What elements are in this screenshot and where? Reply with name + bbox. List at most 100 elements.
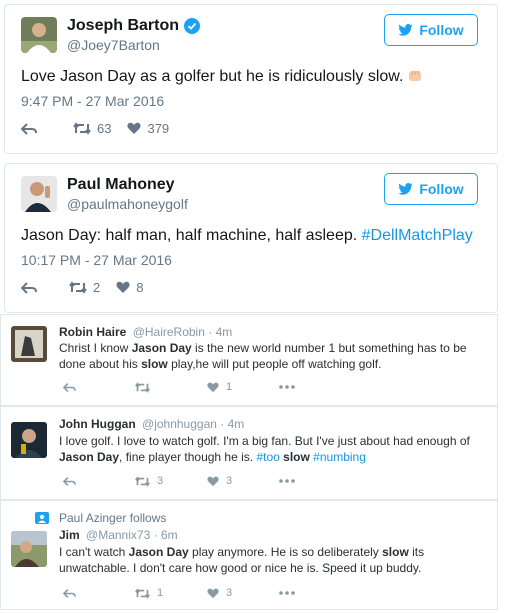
highlight-term: slow (382, 545, 409, 559)
follows-note[interactable]: Paul Azinger follows (59, 511, 166, 525)
heart-icon (207, 588, 219, 598)
follow-button[interactable]: Follow (384, 14, 478, 46)
like-button[interactable]: 379 (127, 121, 169, 136)
author-handle[interactable]: @johnhuggan (142, 417, 217, 431)
avatar[interactable] (11, 326, 47, 362)
reply-button[interactable] (21, 122, 43, 136)
more-dots-icon (279, 385, 295, 389)
text-segment: Christ I know (59, 341, 132, 355)
retweet-button[interactable]: 63 (73, 121, 111, 136)
author-name[interactable]: Jim (59, 528, 80, 542)
more-button[interactable] (279, 591, 351, 595)
like-count: 1 (226, 381, 233, 393)
avatar[interactable] (11, 531, 47, 567)
retweet-button[interactable] (135, 381, 207, 393)
reply-icon (21, 122, 37, 135)
reply-tweet-jim: Paul Azinger follows Jim @Mannix73 · 6m … (0, 500, 498, 610)
retweet-button[interactable]: 1 (135, 587, 207, 599)
highlight-term: slow (283, 450, 310, 464)
reply-text: I love golf. I love to watch golf. I'm a… (59, 433, 493, 465)
author-name[interactable]: Paul Mahoney (67, 176, 175, 194)
retweet-icon (69, 281, 87, 294)
tweet-card-paul-mahoney: Paul Mahoney @paulmahoneygolf Follow Jas… (4, 163, 498, 313)
avatar[interactable] (21, 17, 57, 53)
reply-icon (63, 588, 76, 598)
heart-icon (207, 382, 219, 392)
reply-tweet-robin-haire: Robin Haire @HaireRobin · 4m Christ I kn… (0, 314, 498, 406)
like-button[interactable]: 3 (207, 587, 279, 599)
text-segment: play,he will put people off watching gol… (167, 357, 382, 371)
author-handle[interactable]: @Mannix73 (86, 528, 150, 542)
highlight-term: Jason Day (128, 545, 189, 559)
hashtag-link[interactable]: #DellMatchPlay (362, 227, 473, 244)
reply-icon (63, 382, 76, 392)
heart-icon (116, 281, 130, 293)
like-button[interactable]: 8 (116, 280, 143, 295)
reply-text: Christ I know Jason Day is the new world… (59, 340, 493, 372)
retweet-button[interactable]: 3 (135, 475, 207, 487)
retweet-icon (135, 475, 150, 487)
highlight-term: Jason Day (131, 341, 192, 355)
author-name[interactable]: Joseph Barton (67, 17, 179, 35)
twitter-bird-icon (398, 24, 414, 36)
reply-button[interactable] (63, 588, 135, 599)
tweet-age[interactable]: · 4m (208, 325, 232, 339)
tweet-timestamp[interactable]: 9:47 PM - 27 Mar 2016 (21, 93, 164, 109)
hashtag-link[interactable]: #too (256, 450, 279, 464)
retweet-count: 1 (157, 587, 164, 599)
tweet-text-content: Jason Day: half man, half machine, half … (21, 227, 362, 244)
reply-icon (21, 281, 37, 294)
text-segment: , fine player though he is. (119, 450, 257, 464)
twitter-bird-icon (398, 183, 414, 195)
tweet-timestamp[interactable]: 10:17 PM - 27 Mar 2016 (21, 252, 172, 268)
social-context: Paul Azinger follows (35, 511, 166, 525)
like-count: 3 (226, 475, 233, 487)
retweet-count: 2 (93, 280, 101, 295)
author-handle[interactable]: @paulmahoneygolf (67, 196, 188, 212)
reply-icon (63, 476, 76, 486)
reply-button[interactable] (63, 382, 135, 393)
highlight-term: Jason Day (59, 450, 120, 464)
follow-button[interactable]: Follow (384, 173, 478, 205)
tweet-age[interactable]: · 4m (220, 417, 244, 431)
like-count: 8 (136, 280, 144, 295)
retweet-button[interactable]: 2 (69, 280, 100, 295)
reply-text: I can't watch Jason Day play anymore. He… (59, 544, 493, 576)
person-card-icon (35, 512, 49, 524)
author-handle[interactable]: @HaireRobin (133, 325, 205, 339)
follow-label: Follow (419, 181, 464, 197)
follow-label: Follow (419, 22, 464, 38)
reply-tweet-john-huggan: John Huggan @johnhuggan · 4m I love golf… (0, 406, 498, 500)
tweet-age[interactable]: · 6m (154, 528, 178, 542)
more-button[interactable] (279, 479, 351, 483)
like-button[interactable]: 3 (207, 475, 279, 487)
retweet-icon (135, 587, 150, 599)
reply-button[interactable] (63, 476, 135, 487)
text-segment: play anymore. He is so deliberately (188, 545, 383, 559)
retweet-icon (73, 122, 91, 135)
retweet-icon (135, 381, 150, 393)
author-name[interactable]: John Huggan (59, 417, 136, 431)
more-dots-icon (279, 479, 295, 483)
like-count: 379 (147, 121, 170, 136)
highlight-term: slow (141, 357, 168, 371)
hashtag-link[interactable]: #numbing (313, 450, 366, 464)
reply-button[interactable] (21, 281, 43, 295)
author-handle[interactable]: @Joey7Barton (67, 37, 160, 53)
like-count: 3 (226, 587, 233, 599)
heart-icon (127, 122, 142, 134)
avatar[interactable] (11, 422, 47, 458)
author-name[interactable]: Robin Haire (59, 325, 126, 339)
avatar[interactable] (21, 176, 57, 212)
like-button[interactable]: 1 (207, 381, 279, 393)
tweet-text: Jason Day: half man, half machine, half … (21, 226, 491, 246)
heart-icon (207, 476, 219, 486)
retweet-count: 63 (97, 121, 112, 136)
more-dots-icon (279, 591, 295, 595)
tweet-text-content: Love Jason Day as a golfer but he is rid… (21, 68, 404, 85)
tweet-text: Love Jason Day as a golfer but he is rid… (21, 67, 491, 87)
tweet-card-joseph-barton: Joseph Barton @Joey7Barton Follow Love J… (4, 4, 498, 154)
retweet-count: 3 (157, 475, 164, 487)
more-button[interactable] (279, 385, 351, 389)
text-segment: I can't watch (59, 545, 129, 559)
